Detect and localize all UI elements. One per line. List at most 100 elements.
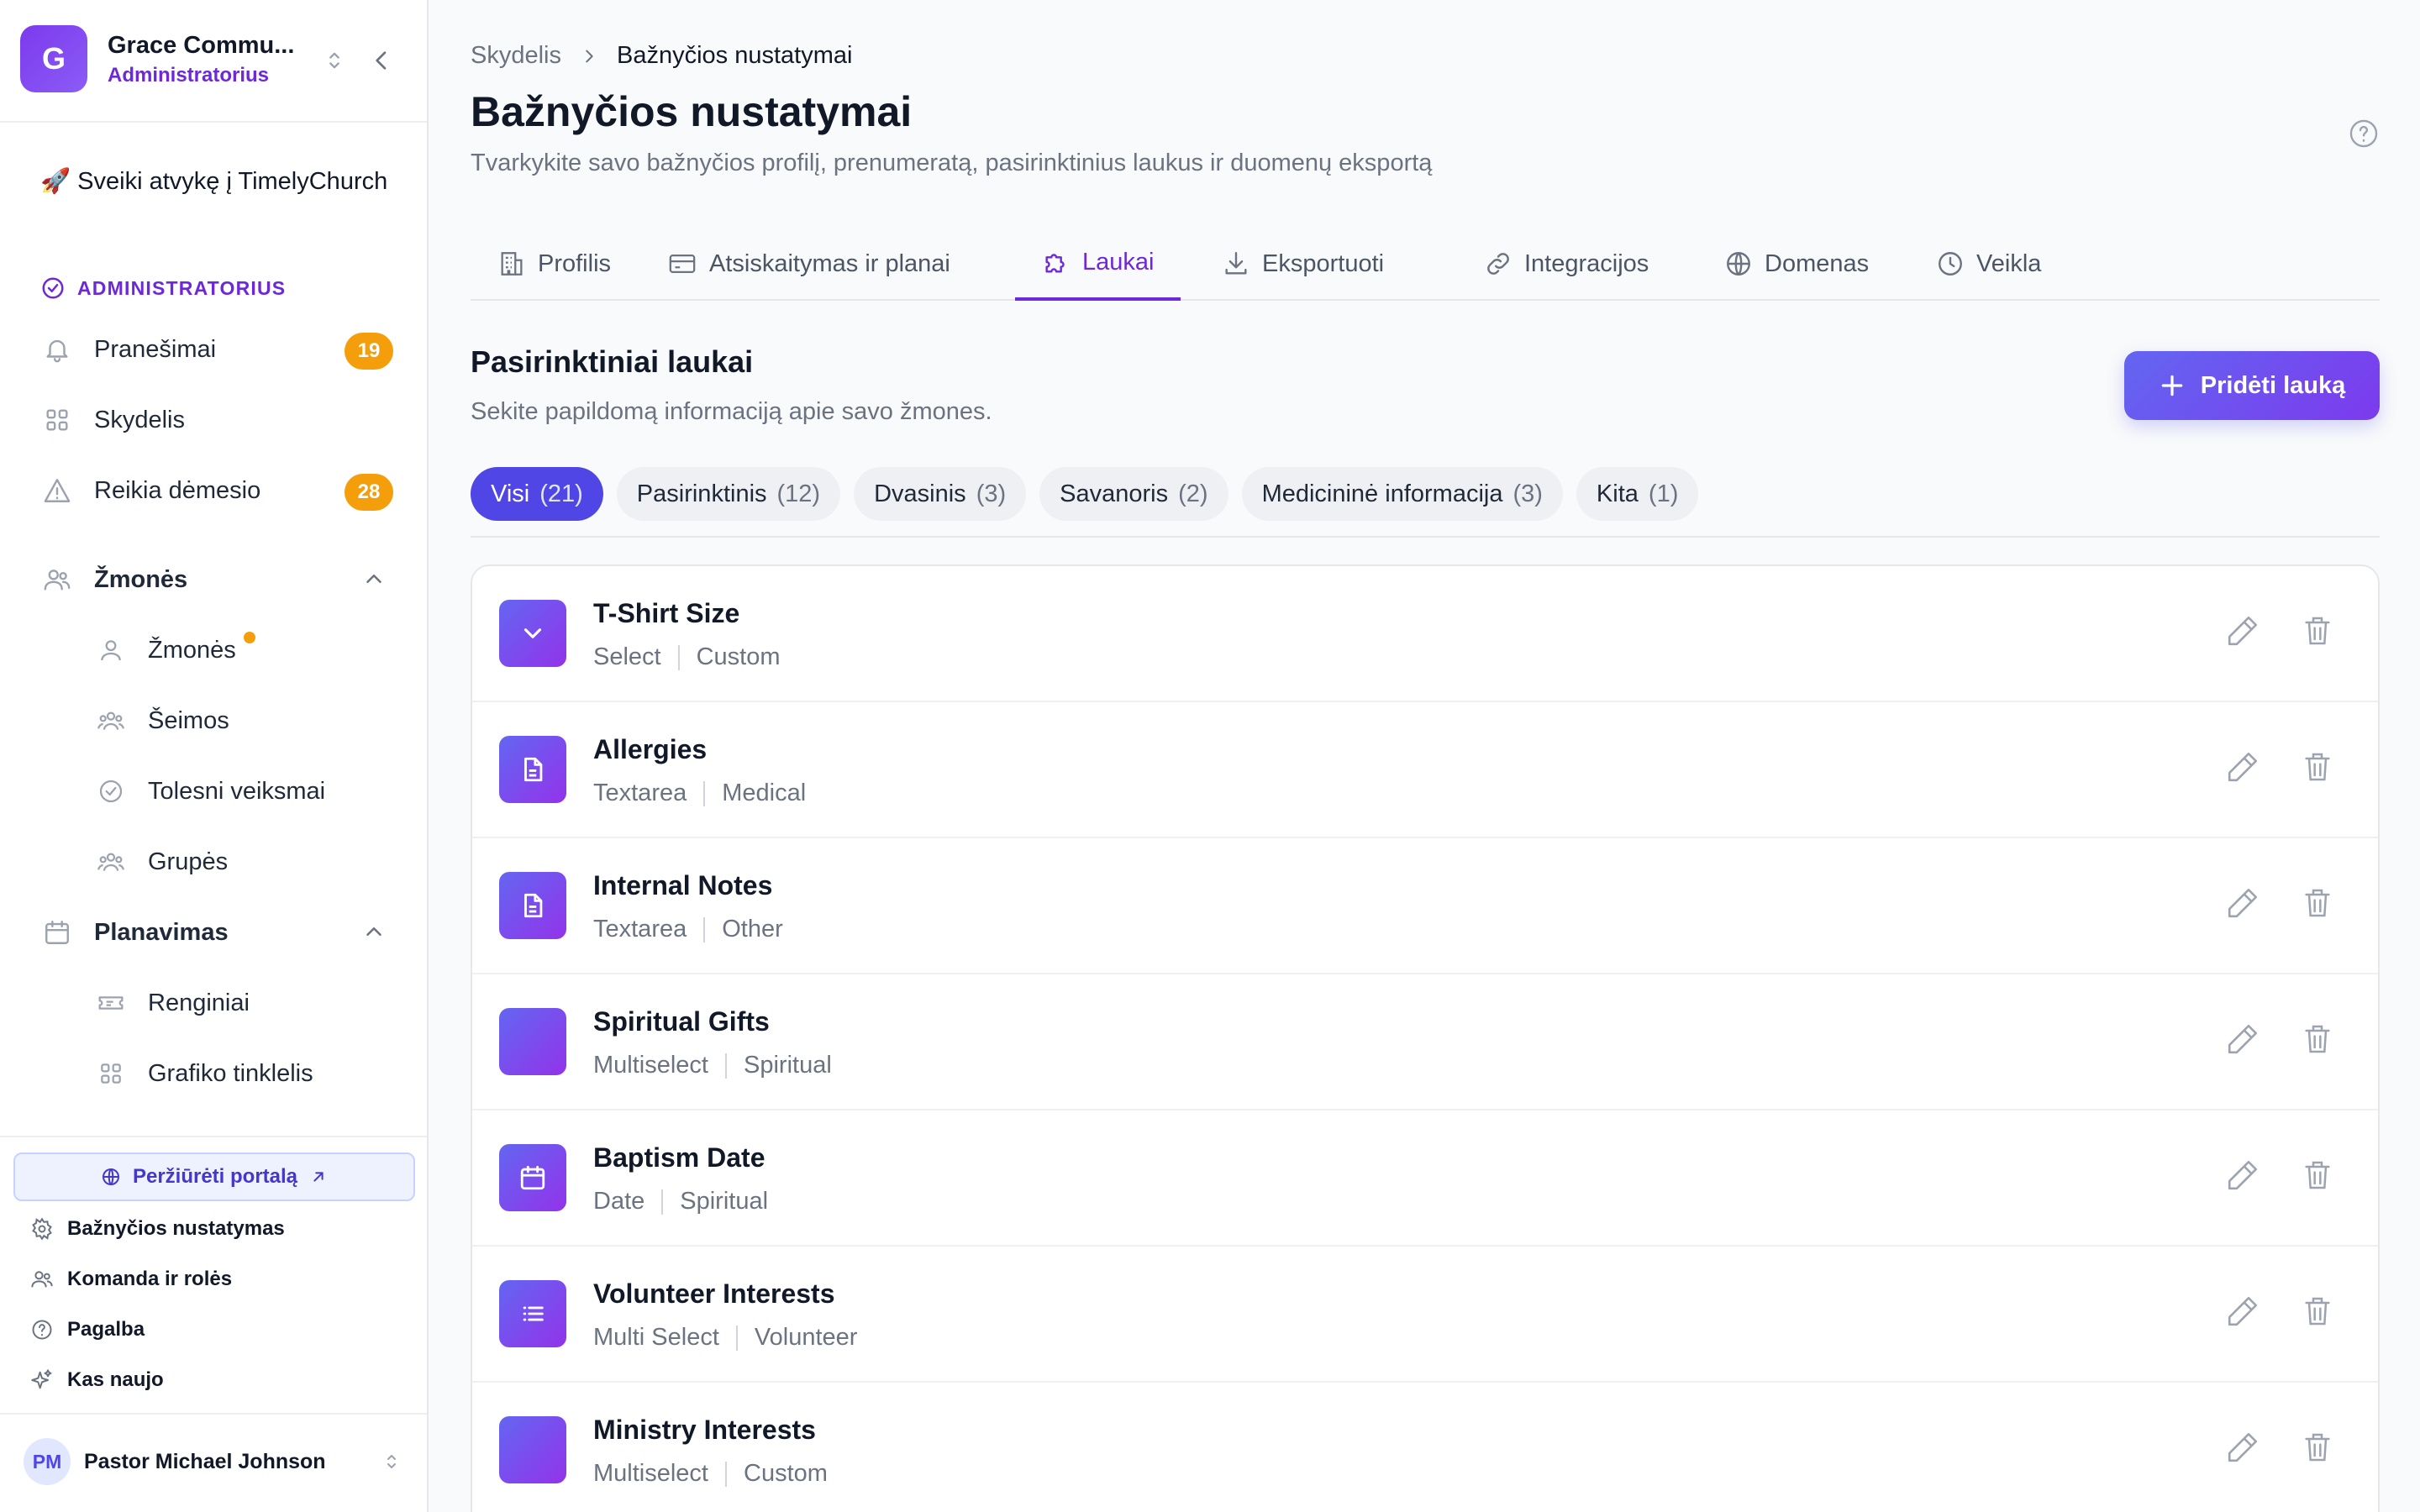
filter-chip-all[interactable]: Visi (21) <box>471 467 603 521</box>
sidebar-item-label: Renginiai <box>148 989 250 1016</box>
sidebar-item-groups[interactable]: Grupės <box>94 837 380 887</box>
globe-icon <box>101 1167 121 1187</box>
trash-icon[interactable] <box>2301 1021 2334 1057</box>
sidebar-item-label: Šeimos <box>148 706 229 734</box>
category-filters: Visi (21) Pasirinktinis (12) Dvasinis (3… <box>471 467 1699 521</box>
pencil-icon[interactable] <box>2225 1294 2260 1329</box>
pencil-icon[interactable] <box>2225 1021 2260 1057</box>
tab-label: Integracijos <box>1524 249 1649 277</box>
footer-item-church-settings[interactable]: Bažnyčios nustatymas <box>29 1208 285 1250</box>
field-type: Multi Select <box>593 1324 719 1351</box>
user-icon <box>94 633 128 667</box>
list-icon <box>499 1280 566 1347</box>
filter-chip-spiritual[interactable]: Dvasinis (3) <box>854 467 1027 521</box>
field-meta: Multiselect Spiritual <box>593 1052 832 1079</box>
help-icon[interactable] <box>2348 118 2380 150</box>
collapse-sidebar-icon[interactable] <box>368 47 395 74</box>
breadcrumb-root-link[interactable]: Skydelis <box>471 42 561 70</box>
admin-section-label: ADMINISTRATORIUS <box>77 276 287 299</box>
sidebar-group-planning[interactable]: Planavimas <box>40 907 393 958</box>
sidebar-footer: Peržiūrėti portalą Bažnyčios nustatymas … <box>0 1136 427 1512</box>
org-switcher[interactable]: G Grace Commu... Administratorius <box>0 0 427 123</box>
trash-icon[interactable] <box>2301 613 2334 648</box>
welcome-text: Sveiki atvykę į TimelyChurch <box>77 168 388 195</box>
view-portal-button[interactable]: Peržiūrėti portalą <box>13 1152 415 1201</box>
pencil-icon[interactable] <box>2225 1158 2260 1193</box>
field-name: Allergies <box>593 734 708 764</box>
field-type: Textarea <box>593 916 687 942</box>
users-icon <box>94 845 128 879</box>
field-category: Medical <box>722 780 807 806</box>
field-row: Spiritual Gifts Multiselect Spiritual <box>472 974 2378 1110</box>
meta-divider <box>677 644 680 670</box>
pencil-icon[interactable] <box>2225 885 2260 921</box>
trash-icon[interactable] <box>2301 1430 2334 1465</box>
trash-icon[interactable] <box>2301 1294 2334 1329</box>
settings-tabs: Profilis Atsiskaitymas ir planai Laukai … <box>471 227 2380 301</box>
tab-label: Laukai <box>1082 248 1155 276</box>
filter-chip-medical[interactable]: Medicininė informacija (3) <box>1241 467 1563 521</box>
org-avatar: G <box>20 25 87 92</box>
clock-icon <box>1936 249 1965 278</box>
notifications-count-badge: 19 <box>345 333 393 370</box>
filter-label: Medicininė informacija <box>1261 480 1503 507</box>
org-name: Grace Commu... <box>108 32 295 59</box>
filter-chip-other[interactable]: Kita (1) <box>1576 467 1699 521</box>
trash-icon[interactable] <box>2301 885 2334 921</box>
filter-chip-custom[interactable]: Pasirinktinis (12) <box>616 467 841 521</box>
pencil-icon[interactable] <box>2225 749 2260 785</box>
sidebar-item-events[interactable]: Renginiai <box>94 978 380 1028</box>
footer-item-label: Bažnyčios nustatymas <box>67 1217 285 1240</box>
sidebar-item-needs-attention[interactable]: Reikia dėmesio 28 <box>40 465 393 516</box>
footer-item-help[interactable]: Pagalba <box>29 1309 145 1351</box>
tab-integrations[interactable]: Integracijos <box>1457 227 1676 301</box>
field-meta: Multiselect Custom <box>593 1460 828 1488</box>
filter-label: Dvasinis <box>874 480 966 507</box>
check-circle-icon <box>40 276 66 301</box>
footer-item-whats-new[interactable]: Kas naujo <box>29 1359 164 1401</box>
section-subtitle: Sekite papildomą informaciją apie savo ž… <box>471 398 992 425</box>
welcome-link[interactable]: 🚀 Sveiki atvykę į TimelyChurch <box>40 165 393 198</box>
tab-billing[interactable]: Atsiskaitymas ir planai <box>640 227 977 301</box>
trash-icon[interactable] <box>2301 749 2334 785</box>
tab-domain[interactable]: Domenas <box>1697 227 1896 301</box>
filter-label: Pasirinktinis <box>636 480 767 507</box>
chevron-up-icon[interactable] <box>361 919 387 944</box>
footer-item-team-roles[interactable]: Komanda ir rolės <box>29 1258 232 1300</box>
field-row: Internal Notes Textarea Other <box>472 838 2378 974</box>
user-menu[interactable]: PM Pastor Michael Johnson <box>0 1413 427 1512</box>
field-type: Date <box>593 1188 645 1215</box>
sidebar-group-people[interactable]: Žmonės <box>40 554 393 605</box>
sidebar-item-label: Tolesni veiksmai <box>148 777 326 805</box>
sidebar-item-people[interactable]: Žmonės <box>94 625 380 675</box>
pencil-icon[interactable] <box>2225 1430 2260 1465</box>
tab-fields[interactable]: Laukai <box>1015 227 1181 301</box>
chevron-up-down-icon[interactable] <box>381 1450 402 1473</box>
sidebar-item-follow-ups[interactable]: Tolesni veiksmai <box>94 766 380 816</box>
tab-profile[interactable]: Profilis <box>471 227 638 301</box>
field-category: Other <box>722 916 783 942</box>
chevron-up-down-icon[interactable] <box>323 47 346 74</box>
tab-activity[interactable]: Veikla <box>1909 227 2068 301</box>
bell-icon <box>40 333 74 366</box>
pencil-icon[interactable] <box>2225 613 2260 648</box>
grid-icon <box>40 403 74 437</box>
add-field-button[interactable]: Pridėti lauką <box>2124 351 2380 420</box>
sidebar-item-dashboard[interactable]: Skydelis <box>40 395 393 445</box>
check-circle-icon <box>94 774 128 808</box>
blank-icon <box>499 1008 566 1075</box>
tab-export[interactable]: Eksportuoti <box>1195 227 1411 301</box>
sidebar-item-families[interactable]: Šeimos <box>94 696 380 746</box>
tab-label: Atsiskaitymas ir planai <box>709 249 950 277</box>
trash-icon[interactable] <box>2301 1158 2334 1193</box>
filter-label: Savanoris <box>1060 480 1169 507</box>
main-content: Skydelis Bažnyčios nustatymai Bažnyčios … <box>471 0 2380 1512</box>
chevron-up-icon[interactable] <box>361 566 387 591</box>
calendar-icon <box>40 916 74 949</box>
sidebar-item-notifications[interactable]: Pranešimai 19 <box>40 324 393 375</box>
user-name: Pastor Michael Johnson <box>84 1450 326 1473</box>
meta-divider <box>725 1461 727 1487</box>
filter-chip-volunteer[interactable]: Savanoris (2) <box>1039 467 1228 521</box>
filter-count: (3) <box>976 480 1007 507</box>
sidebar-item-schedule-grid[interactable]: Grafiko tinklelis <box>94 1048 380 1099</box>
